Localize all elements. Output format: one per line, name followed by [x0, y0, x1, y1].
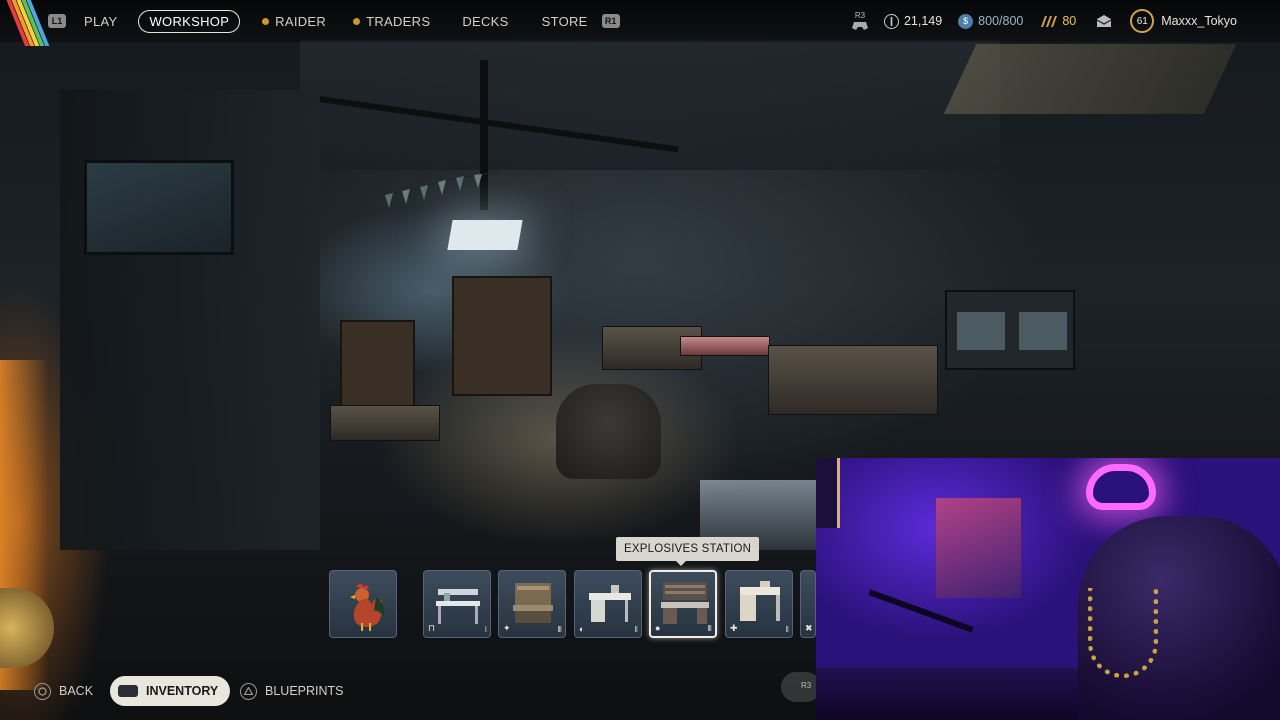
player-profile[interactable]: 61 Maxxx_Tokyo [1130, 9, 1237, 33]
tab-raider[interactable]: RAIDER [262, 14, 326, 29]
station-type-badge: ⊓ [428, 623, 436, 633]
triangle-button-icon [240, 682, 257, 700]
r1-button-hint: R1 [601, 14, 620, 28]
notification-dot-icon [262, 17, 270, 25]
station-tier: III [557, 625, 562, 634]
armchair [556, 384, 661, 479]
username: Maxxx_Tokyo [1161, 14, 1237, 28]
r3-hint: R3 [851, 11, 868, 30]
skylight [943, 44, 1237, 114]
rainbow-stripes-logo [0, 0, 52, 46]
ceiling [300, 40, 1000, 170]
left-table [330, 405, 440, 441]
tab-decks[interactable]: DECKS [462, 14, 508, 29]
terminals [945, 290, 1075, 370]
l1-button-hint: L1 [48, 14, 66, 28]
tab-label: TRADERS [366, 13, 431, 29]
station-slot-explosives-station[interactable]: ● III [649, 570, 717, 638]
touchpad-icon [118, 685, 138, 697]
back-button[interactable]: BACK [34, 676, 93, 706]
tokens-counter[interactable]: 80 [1039, 14, 1076, 29]
capacity-value: 800/800 [978, 14, 1024, 28]
inventory-button[interactable]: INVENTORY [110, 676, 231, 706]
medical-lab-icon [740, 581, 780, 621]
notification-dot-icon [353, 17, 361, 25]
station-type-badge: ● [655, 623, 661, 633]
tab-play[interactable]: PLAY [84, 14, 117, 29]
station-slot-workbench[interactable]: ⊓ I [423, 570, 491, 638]
main-nav: L1 PLAY WORKSHOP RAIDER TRADERS DECKS ST… [48, 9, 620, 33]
coins-value: 21,149 [903, 14, 943, 28]
mail-button[interactable] [1096, 14, 1112, 28]
tab-label: STORE [541, 13, 588, 29]
mail-icon [1096, 14, 1112, 27]
station-slot-rooster[interactable] [329, 570, 397, 638]
capacity-counter[interactable]: $ 800/800 [958, 13, 1024, 29]
r3-label: R3 [801, 681, 812, 690]
webcam-poster [936, 498, 1021, 598]
tab-store[interactable]: STORE [542, 14, 588, 29]
work-table [768, 345, 938, 415]
capacity-icon: $ [958, 13, 974, 29]
r3-rotate-hint[interactable]: R3 [781, 672, 821, 702]
station-slot-gunsmith[interactable]: ✦ III [498, 570, 566, 638]
hanging-lamp [447, 220, 523, 250]
rooster-icon [350, 584, 385, 631]
tab-workshop[interactable]: WORKSHOP [138, 9, 241, 33]
circle-button-icon [34, 682, 51, 700]
back-label: BACK [59, 684, 94, 698]
station-tier: II [785, 625, 790, 634]
token-stack-icon [1041, 15, 1058, 27]
gunsmith-icon [513, 583, 553, 623]
neon-sign [1086, 464, 1156, 510]
level-badge: 61 [1130, 9, 1155, 33]
tab-label: DECKS [462, 13, 509, 29]
left-window [84, 160, 234, 255]
station-type-badge: ✦ [503, 623, 511, 633]
station-slot-refiner[interactable]: ✖ [800, 570, 816, 638]
workbench-icon [436, 589, 480, 624]
gear-bench-icon [589, 585, 631, 622]
tab-label: WORKSHOP [149, 13, 230, 29]
red-bench [680, 336, 770, 356]
webcam-overlay [816, 458, 1280, 720]
tab-label: RAIDER [275, 13, 327, 29]
station-tooltip: EXPLOSIVES STATION [616, 537, 760, 566]
coin-icon [883, 13, 899, 29]
left-wall [60, 90, 320, 550]
station-tier: II [634, 625, 639, 634]
gold-chain [1088, 588, 1158, 678]
tokens-value: 80 [1062, 14, 1077, 28]
currency-status: R3 21,149 $ 800/800 80 61 Maxxx_Tokyo [851, 0, 1280, 42]
pennant-banner [380, 172, 500, 208]
inventory-label: INVENTORY [146, 684, 219, 698]
back-shelf [452, 276, 552, 396]
station-type-badge: ✖ [805, 623, 813, 633]
station-slot-medical-lab[interactable]: ✚ II [725, 570, 793, 638]
webcam-monitor-edge [816, 458, 840, 528]
blueprints-label: BLUEPRINTS [265, 684, 344, 698]
top-bar: L1 PLAY WORKSHOP RAIDER TRADERS DECKS ST… [0, 0, 1280, 46]
explosives-station-icon [661, 582, 709, 624]
station-type-badge: ✚ [730, 623, 738, 633]
side-shelf [340, 320, 415, 410]
tab-label: PLAY [84, 13, 118, 29]
station-type-badge: ◐ [579, 624, 585, 634]
blueprints-button[interactable]: BLUEPRINTS [240, 676, 344, 706]
coins-counter[interactable]: 21,149 [883, 13, 943, 29]
controller-icon [851, 22, 868, 30]
tab-traders[interactable]: TRADERS [353, 14, 430, 29]
station-tier: III [707, 624, 712, 633]
station-slot-gear-bench[interactable]: ◐ II [574, 570, 642, 638]
r3-label: R3 [854, 11, 866, 20]
station-tier: I [484, 625, 487, 634]
